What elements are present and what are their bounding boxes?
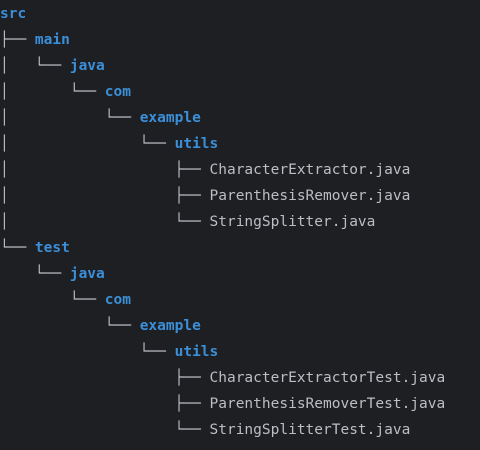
folder-name: src [0, 6, 27, 22]
file-name: StringSplitter.java [209, 214, 376, 230]
tree-row-file[interactable]: ├── CharacterExtractorTest.java [0, 365, 446, 391]
folder-name: utils [174, 136, 219, 152]
tree-branch: │ └── [0, 84, 105, 100]
tree-row-file[interactable]: ├── ParenthesisRemoverTest.java [0, 391, 446, 417]
folder-name: utils [174, 344, 219, 360]
file-name: ParenthesisRemover.java [209, 188, 411, 204]
tree-branch: ├── [0, 32, 35, 48]
tree-branch: └── [0, 240, 35, 256]
folder-name: com [104, 292, 131, 308]
folder-name: example [139, 318, 201, 334]
tree-row-main-com[interactable]: │ └── com [0, 79, 131, 105]
folder-name: java [69, 58, 105, 74]
file-name: ParenthesisRemoverTest.java [209, 396, 446, 412]
tree-row-test-java[interactable]: └── java [0, 261, 105, 287]
tree-row-main[interactable]: ├── main [0, 27, 70, 53]
folder-name: example [139, 110, 201, 126]
file-name: CharacterExtractorTest.java [209, 370, 446, 386]
tree-branch: │ └── [0, 136, 175, 152]
tree-branch: ├── [0, 396, 210, 412]
folder-name: java [69, 266, 105, 282]
tree-branch: ├── [0, 370, 210, 386]
folder-name: main [34, 32, 70, 48]
tree-branch: │ └── [0, 214, 210, 230]
tree-row-src[interactable]: src [0, 1, 26, 27]
file-name: CharacterExtractor.java [209, 162, 411, 178]
tree-row-file[interactable]: │ ├── CharacterExtractor.java [0, 157, 410, 183]
file-tree: src ├── main │ └── java │ └── com │ └── … [0, 0, 480, 450]
tree-branch: │ ├── [0, 162, 210, 178]
tree-row-file[interactable]: └── StringSplitterTest.java [0, 417, 411, 443]
tree-branch: └── [0, 292, 105, 308]
tree-row-test-example[interactable]: └── example [0, 313, 201, 339]
folder-name: test [34, 240, 70, 256]
tree-row-test[interactable]: └── test [0, 235, 70, 261]
tree-row-file[interactable]: │ └── StringSplitter.java [0, 209, 375, 235]
file-name: StringSplitterTest.java [209, 422, 411, 438]
tree-branch: │ └── [0, 58, 70, 74]
tree-row-file[interactable]: │ ├── ParenthesisRemover.java [0, 183, 410, 209]
tree-row-main-utils[interactable]: │ └── utils [0, 131, 218, 157]
tree-row-main-java[interactable]: │ └── java [0, 53, 105, 79]
tree-branch: └── [0, 344, 175, 360]
tree-branch: │ ├── [0, 188, 210, 204]
tree-row-test-com[interactable]: └── com [0, 287, 131, 313]
tree-row-test-utils[interactable]: └── utils [0, 339, 219, 365]
tree-branch: └── [0, 266, 70, 282]
tree-branch: │ └── [0, 110, 140, 126]
folder-name: com [104, 84, 131, 100]
tree-row-main-example[interactable]: │ └── example [0, 105, 201, 131]
tree-branch: └── [0, 422, 210, 438]
tree-branch: └── [0, 318, 140, 334]
